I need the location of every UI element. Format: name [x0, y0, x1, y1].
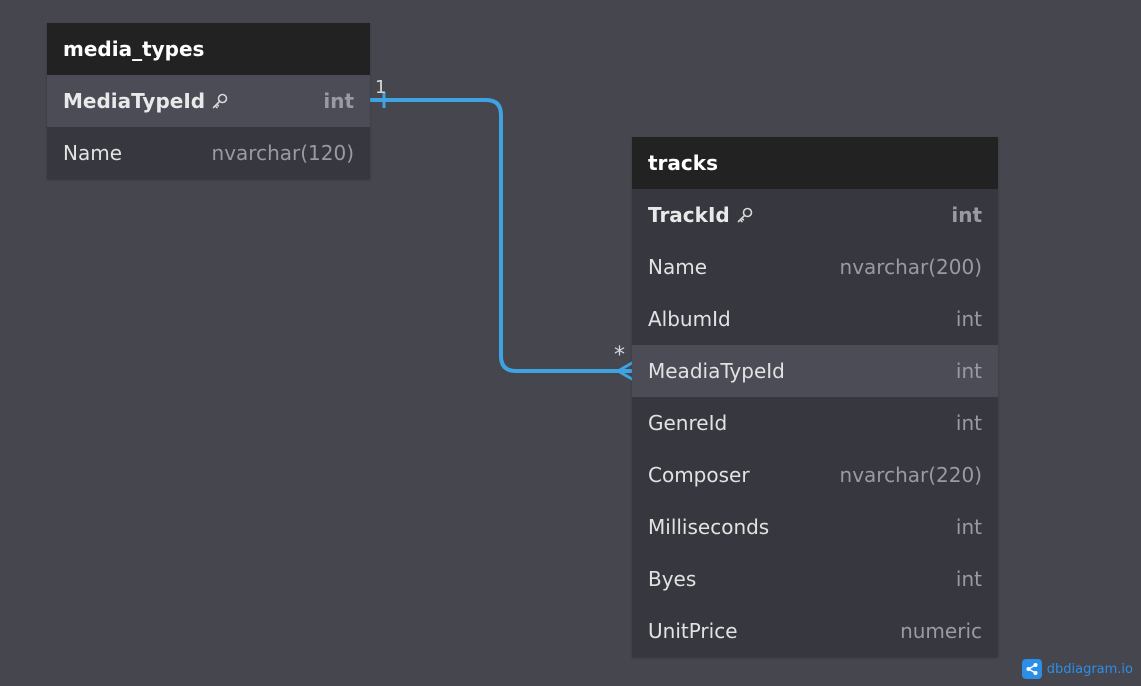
- table-media-types[interactable]: media_types MediaTypeId int Name nvarcha…: [47, 23, 370, 179]
- field-type: int: [955, 515, 982, 539]
- field-type: nvarchar(120): [211, 141, 354, 165]
- field-type: int: [323, 89, 354, 113]
- key-icon: [736, 206, 754, 224]
- key-icon: [211, 92, 229, 110]
- field-row-name[interactable]: Name nvarchar(120): [47, 127, 370, 179]
- field-name: Composer: [648, 463, 750, 487]
- relation-line-mediatype[interactable]: [368, 98, 634, 373]
- field-name: Name: [63, 141, 123, 165]
- field-row-name[interactable]: Name nvarchar(200): [632, 241, 998, 293]
- table-tracks[interactable]: tracks TrackId int Name nvarchar(200) Al…: [632, 137, 998, 657]
- field-row-composer[interactable]: Composer nvarchar(220): [632, 449, 998, 501]
- field-type: int: [955, 359, 982, 383]
- field-type: nvarchar(220): [839, 463, 982, 487]
- field-name: MediaTypeId: [63, 89, 206, 113]
- field-type: int: [955, 307, 982, 331]
- field-name: TrackId: [648, 203, 730, 227]
- field-name: GenreId: [648, 411, 728, 435]
- dbdiagram-watermark[interactable]: dbdiagram.io: [1021, 659, 1133, 679]
- field-row-byes[interactable]: Byes int: [632, 553, 998, 605]
- field-row-albumid[interactable]: AlbumId int: [632, 293, 998, 345]
- field-name: AlbumId: [648, 307, 731, 331]
- field-type: int: [951, 203, 982, 227]
- field-name: Byes: [648, 567, 697, 591]
- share-icon: [1021, 659, 1042, 679]
- field-type: nvarchar(200): [839, 255, 982, 279]
- field-type: int: [955, 411, 982, 435]
- table-header[interactable]: media_types: [47, 23, 370, 75]
- field-type: numeric: [900, 619, 982, 643]
- field-row-trackid[interactable]: TrackId int: [632, 189, 998, 241]
- field-row-unitprice[interactable]: UnitPrice numeric: [632, 605, 998, 657]
- field-row-mediatypeid[interactable]: MediaTypeId int: [47, 75, 370, 127]
- field-name: UnitPrice: [648, 619, 738, 643]
- table-header[interactable]: tracks: [632, 137, 998, 189]
- field-name: Milliseconds: [648, 515, 770, 539]
- cardinality-one-label: 1: [375, 77, 387, 98]
- field-row-genreid[interactable]: GenreId int: [632, 397, 998, 449]
- field-name: MeadiaTypeId: [648, 359, 785, 383]
- cardinality-many-label: *: [614, 343, 625, 368]
- watermark-text: dbdiagram.io: [1046, 661, 1133, 677]
- field-row-milliseconds[interactable]: Milliseconds int: [632, 501, 998, 553]
- field-name: Name: [648, 255, 708, 279]
- field-row-meadiatypeid[interactable]: MeadiaTypeId int: [632, 345, 998, 397]
- field-type: int: [955, 567, 982, 591]
